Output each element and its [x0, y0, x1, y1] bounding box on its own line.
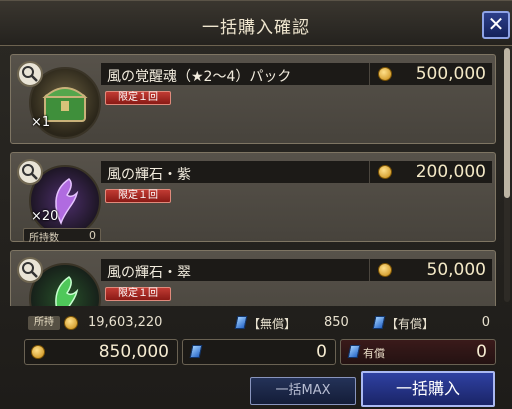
total-paid-gem-cost: 有償 0 [340, 339, 496, 365]
owned-count-value: 0 [89, 229, 96, 242]
free-gem-label: 【無償】 [248, 317, 297, 331]
list-item: ×20 所持数 0 風の輝石・紫 200,000 限定１回 [10, 152, 496, 244]
item-name-bar: 風の輝石・翠 [101, 259, 369, 281]
item-price-bar: 200,000 [369, 161, 492, 183]
total-gold-value: 850,000 [98, 342, 169, 362]
gold-coin-icon [31, 345, 45, 359]
owned-gold: 19,603,220 [88, 315, 163, 330]
limit-badge: 限定１回 [105, 189, 171, 203]
close-button[interactable]: ✕ [482, 11, 510, 39]
total-paid-gem-value: 0 [476, 342, 487, 362]
scroll-thumb[interactable] [504, 48, 510, 198]
zoom-icon[interactable] [17, 159, 43, 185]
total-free-gem-value: 0 [316, 342, 327, 362]
owned-count-box: 所持数 0 [23, 228, 101, 244]
item-name: 風の輝石・紫 [107, 167, 191, 183]
item-price: 200,000 [415, 162, 486, 182]
list-item: ×1 風の覚醒魂（★2～4）パック 500,000 限定１回 [10, 54, 496, 144]
item-name-bar: 風の覚醒魂（★2～4）パック [101, 63, 369, 85]
item-price-bar: 500,000 [369, 63, 492, 85]
item-price: 50,000 [426, 260, 486, 280]
limit-badge: 限定１回 [105, 91, 171, 105]
total-free-gem-cost: 0 [182, 339, 336, 365]
limit-badge: 限定１回 [105, 287, 171, 301]
item-price: 500,000 [415, 64, 486, 84]
dialog-title: 一括購入確認 [202, 18, 310, 38]
paid-gem-count: 0 [481, 315, 490, 330]
item-name-bar: 風の輝石・紫 [101, 161, 369, 183]
item-price-bar: 50,000 [369, 259, 492, 281]
gold-coin-icon [378, 165, 392, 179]
gold-coin-icon [64, 316, 78, 330]
zoom-icon[interactable] [17, 257, 43, 283]
list-scrollbar[interactable] [504, 48, 510, 302]
free-gem-count: 850 [324, 315, 349, 330]
item-quantity: ×20 [31, 209, 59, 224]
owned-label: 所持 [28, 316, 60, 330]
total-gold-cost: 850,000 [24, 339, 178, 365]
zoom-icon[interactable] [17, 61, 43, 87]
list-item: 風の輝石・翠 50,000 限定１回 [10, 250, 496, 306]
gem-icon [189, 345, 203, 358]
gem-icon [347, 345, 361, 358]
item-quantity: ×1 [31, 115, 51, 130]
paid-gem-label: 【有償】 [386, 317, 435, 331]
gem-icon [372, 316, 386, 329]
item-name: 風の覚醒魂（★2～4）パック [107, 69, 292, 85]
balance-summary: 所持 19,603,220 【無償】 850 【有償】 0 [24, 315, 494, 331]
gold-coin-icon [378, 263, 392, 277]
item-list[interactable]: ×1 風の覚醒魂（★2～4）パック 500,000 限定１回 ×20 所持数 0… [10, 46, 512, 306]
owned-count-label: 所持数 [29, 233, 59, 244]
gem-icon [234, 316, 248, 329]
bulk-max-button[interactable]: 一括MAX [250, 377, 356, 405]
paid-label: 有償 [363, 347, 385, 360]
title-bar: 一括購入確認 ✕ [0, 1, 512, 46]
item-name: 風の輝石・翠 [107, 265, 191, 281]
gold-coin-icon [378, 67, 392, 81]
bulk-purchase-dialog: 一括購入確認 ✕ ×1 風の覚醒魂（★2～4）パック 500,000 限定１回 … [0, 0, 512, 409]
bulk-buy-button[interactable]: 一括購入 [361, 371, 495, 407]
